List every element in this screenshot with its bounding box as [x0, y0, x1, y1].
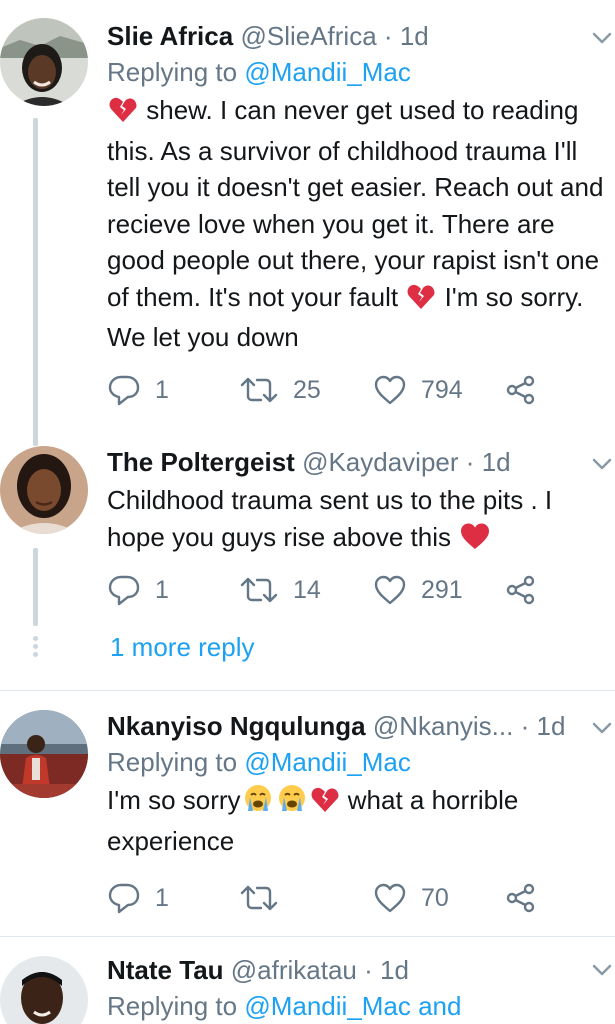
broken-heart-emoji: [311, 786, 339, 823]
mention-link[interactable]: @Mandii_Mac: [244, 57, 411, 87]
replying-to-label: Replying to: [107, 991, 238, 1021]
like-button[interactable]: 70: [373, 878, 449, 918]
user-handle[interactable]: @SlieAfrica: [240, 21, 376, 51]
retweet-icon: [240, 577, 278, 603]
retweet-icon: [240, 377, 278, 403]
reply-button[interactable]: 1: [107, 370, 169, 410]
heart-icon: [374, 375, 406, 405]
replying-to: Replying to @Mandii_Mac: [107, 744, 615, 780]
share-button[interactable]: [505, 878, 537, 918]
tweet-text: Childhood trauma sent us to the pits . I…: [107, 482, 615, 559]
timestamp[interactable]: 1d: [537, 711, 566, 741]
thread-line: [33, 548, 38, 626]
separator: ·: [520, 711, 530, 741]
user-handle[interactable]: @Kaydaviper: [302, 447, 458, 477]
display-name[interactable]: Nkanyiso Ngqulunga: [107, 711, 366, 741]
retweet-icon: [240, 885, 278, 911]
red-heart-emoji: [460, 523, 490, 560]
avatar[interactable]: [0, 956, 88, 1024]
mention-link[interactable]: @Mandii_Mac and: [244, 991, 461, 1021]
tweet-header: The Poltergeist @Kaydaviper · 1d: [107, 444, 615, 480]
reply-count: 1: [155, 375, 169, 404]
retweet-button[interactable]: 25: [239, 370, 321, 410]
broken-heart-emoji: [109, 96, 137, 133]
separator: ·: [383, 21, 393, 51]
tweet-text-part-1: shew. I can never get used to reading th…: [107, 95, 604, 312]
like-count: 70: [421, 883, 449, 912]
loudly-crying-face-emoji: [277, 783, 307, 823]
replying-to: Replying to @Mandii_Mac: [107, 54, 615, 90]
reply-icon: [108, 375, 140, 406]
separator: ·: [364, 955, 373, 985]
chevron-down-icon[interactable]: [591, 720, 613, 736]
avatar[interactable]: [0, 710, 88, 798]
mention-link[interactable]: @Mandii_Mac: [244, 747, 411, 777]
replying-to: Replying to @Mandii_Mac and: [107, 988, 615, 1024]
chevron-down-icon[interactable]: [591, 30, 613, 46]
display-name[interactable]: Ntate Tau: [107, 955, 224, 985]
tweet-header: Ntate Tau @afrikatau · 1d: [107, 952, 615, 988]
more-replies-dots: [33, 636, 38, 660]
share-icon: [506, 375, 535, 405]
tweet-header: Nkanyiso Ngqulunga @Nkanyis... · 1d: [107, 708, 615, 744]
separator: ·: [465, 447, 475, 477]
retweet-count: 14: [293, 575, 321, 604]
like-button[interactable]: 794: [373, 370, 463, 410]
reply-icon: [108, 575, 140, 606]
display-name[interactable]: The Poltergeist: [107, 447, 295, 477]
timestamp[interactable]: 1d: [400, 21, 429, 51]
retweet-button[interactable]: 14: [239, 570, 321, 610]
heart-icon: [374, 575, 406, 605]
display-name[interactable]: Slie Africa: [107, 21, 233, 51]
chevron-down-icon[interactable]: [591, 962, 613, 978]
retweet-count: 25: [293, 375, 321, 404]
tweet-actions: 1 25 794: [107, 370, 615, 410]
reply-button[interactable]: 1: [107, 878, 169, 918]
reply-count: 1: [155, 883, 169, 912]
reply-count: 1: [155, 575, 169, 604]
loudly-crying-face-emoji: [243, 783, 273, 823]
like-count: 291: [421, 575, 463, 604]
share-button[interactable]: [505, 570, 537, 610]
share-icon: [506, 575, 535, 605]
tweet-header: Slie Africa @SlieAfrica · 1d: [107, 18, 615, 54]
chevron-down-icon[interactable]: [591, 456, 613, 472]
like-count: 794: [421, 375, 463, 404]
tweet-actions: 1 70: [107, 878, 615, 918]
share-icon: [506, 883, 535, 913]
user-handle[interactable]: @afrikatau: [231, 955, 357, 985]
more-replies-link[interactable]: 1 more reply: [110, 632, 255, 663]
replying-to-label: Replying to: [107, 747, 238, 777]
timestamp[interactable]: 1d: [380, 955, 409, 985]
thread-line: [33, 118, 38, 446]
timestamp[interactable]: 1d: [482, 447, 511, 477]
tweet-actions: 1 14 291: [107, 570, 615, 610]
divider: [0, 690, 615, 691]
retweet-button[interactable]: [239, 878, 293, 918]
reply-button[interactable]: 1: [107, 570, 169, 610]
replying-to-label: Replying to: [107, 57, 238, 87]
like-button[interactable]: 291: [373, 570, 463, 610]
avatar[interactable]: [0, 18, 88, 106]
tweet-text: I'm so sorry what a horrible experience: [107, 782, 615, 859]
divider: [0, 936, 615, 937]
user-handle[interactable]: @Nkanyis...: [373, 711, 514, 741]
tweet-text: shew. I can never get used to reading th…: [107, 92, 615, 356]
heart-icon: [374, 883, 406, 913]
avatar[interactable]: [0, 446, 88, 534]
share-button[interactable]: [505, 370, 537, 410]
broken-heart-emoji: [407, 283, 435, 320]
tweet-text-part-1: I'm so sorry: [107, 785, 241, 815]
reply-icon: [108, 883, 140, 914]
